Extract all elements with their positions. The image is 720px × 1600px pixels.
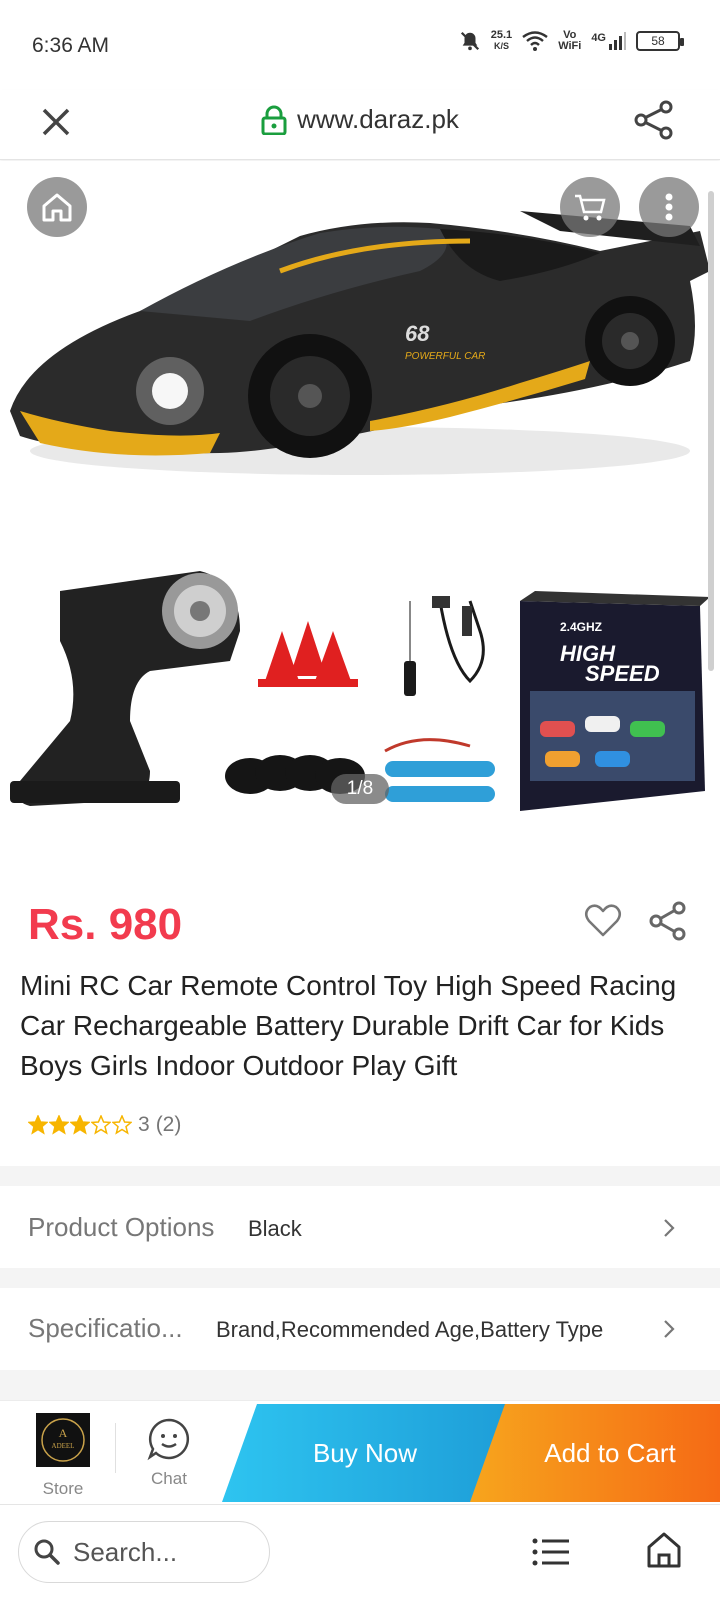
product-price: Rs. 980 — [28, 900, 183, 949]
star-filled-icon — [28, 1115, 48, 1135]
product-image: 68 POWERFUL CAR 2.4GHZ HIGH SPEED — [10, 211, 710, 811]
product-rating[interactable]: 3 (2) — [28, 1113, 181, 1137]
store-label: Store — [42, 1479, 84, 1498]
image-counter: 1/8 — [331, 774, 389, 804]
battery-level: 58 — [651, 34, 665, 48]
purchase-action-bar: A ADEEL Store Chat Buy Now Add to Cart — [0, 1400, 720, 1504]
search-box[interactable] — [18, 1521, 270, 1583]
vowifi-indicator: Vo WiFi — [558, 30, 581, 52]
cart-icon — [575, 194, 606, 221]
chevron-right-icon — [664, 1219, 675, 1237]
net-speed-value: 25.1 — [490, 29, 513, 41]
star-empty-icon — [91, 1115, 111, 1135]
box-text-3: SPEED — [585, 661, 660, 686]
section-divider — [0, 1268, 720, 1288]
cart-float-button[interactable] — [560, 177, 620, 237]
vowifi-bottom: WiFi — [558, 40, 582, 52]
product-options-label: Product Options — [28, 1212, 215, 1242]
car-decal-text: POWERFUL CAR — [405, 351, 485, 362]
status-bar: 6:36 AM 25.1 K/S Vo WiFi 4G 58 — [0, 0, 720, 90]
bell-muted-icon — [460, 31, 479, 51]
search-icon — [34, 1539, 60, 1565]
net-speed-unit: K/S — [493, 41, 509, 51]
more-float-button[interactable] — [639, 177, 699, 237]
lock-icon — [261, 105, 287, 135]
box-text-1: 2.4GHZ — [560, 620, 602, 634]
star-empty-icon — [112, 1115, 132, 1135]
home-icon — [42, 193, 72, 222]
product-image-gallery[interactable]: 68 POWERFUL CAR 2.4GHZ HIGH SPEED 1/8 — [0, 161, 720, 836]
store-logo-text: ADEEL — [52, 1442, 75, 1450]
store-button[interactable]: A ADEEL Store — [26, 1413, 100, 1503]
chevron-right-icon — [664, 1320, 675, 1338]
browser-bar: www.daraz.pk — [0, 90, 720, 160]
url-text: www.daraz.pk — [297, 104, 459, 134]
chat-icon — [147, 1418, 190, 1461]
star-filled-icon — [70, 1115, 90, 1135]
share-icon[interactable] — [648, 900, 688, 942]
rating-stars — [28, 1115, 132, 1135]
buy-now-button[interactable]: Buy Now — [222, 1404, 508, 1502]
star-filled-icon — [49, 1115, 69, 1135]
product-options-value: Black — [248, 1216, 302, 1241]
svg-text:A: A — [59, 1426, 68, 1440]
home-float-button[interactable] — [27, 177, 87, 237]
action-separator — [115, 1423, 116, 1473]
network-type: 4G — [591, 32, 606, 44]
home-icon[interactable] — [646, 1531, 682, 1569]
specifications-value: Brand,Recommended Age,Battery Type — [216, 1317, 604, 1342]
heart-icon[interactable] — [584, 903, 622, 939]
product-title: Mini RC Car Remote Control Toy High Spee… — [20, 970, 677, 1081]
chat-button[interactable]: Chat — [132, 1413, 206, 1503]
list-icon[interactable] — [532, 1537, 570, 1567]
product-options-row[interactable]: Product Options Black — [0, 1186, 720, 1268]
section-divider — [0, 1370, 720, 1400]
section-divider — [0, 1166, 720, 1186]
car-decal-number: 68 — [405, 321, 430, 346]
search-input[interactable] — [73, 1536, 243, 1568]
battery-icon: 58 — [636, 31, 684, 51]
store-logo: A ADEEL — [36, 1413, 90, 1467]
signal-icon — [609, 32, 626, 50]
store-logo-emblem: A ADEEL — [41, 1418, 85, 1462]
wifi-icon — [522, 31, 548, 51]
share-icon[interactable] — [632, 98, 676, 142]
net-speed: 25.1 K/S — [491, 30, 512, 52]
cell-signal: 4G — [591, 32, 626, 50]
bottom-navigation — [0, 1504, 720, 1600]
status-icons: 25.1 K/S Vo WiFi 4G 58 — [459, 30, 684, 52]
rating-value: 3 — [138, 1113, 150, 1136]
scroll-indicator — [708, 191, 714, 671]
specifications-row[interactable]: Specificatio... Brand,Recommended Age,Ba… — [0, 1288, 720, 1370]
status-time: 6:36 AM — [32, 34, 110, 57]
address-bar[interactable]: www.daraz.pk — [0, 104, 720, 135]
add-to-cart-button[interactable]: Add to Cart — [470, 1404, 720, 1502]
review-count: (2) — [155, 1113, 182, 1136]
chat-label: Chat — [151, 1469, 187, 1488]
specifications-label: Specificatio... — [28, 1313, 183, 1343]
more-vertical-icon — [665, 193, 673, 221]
